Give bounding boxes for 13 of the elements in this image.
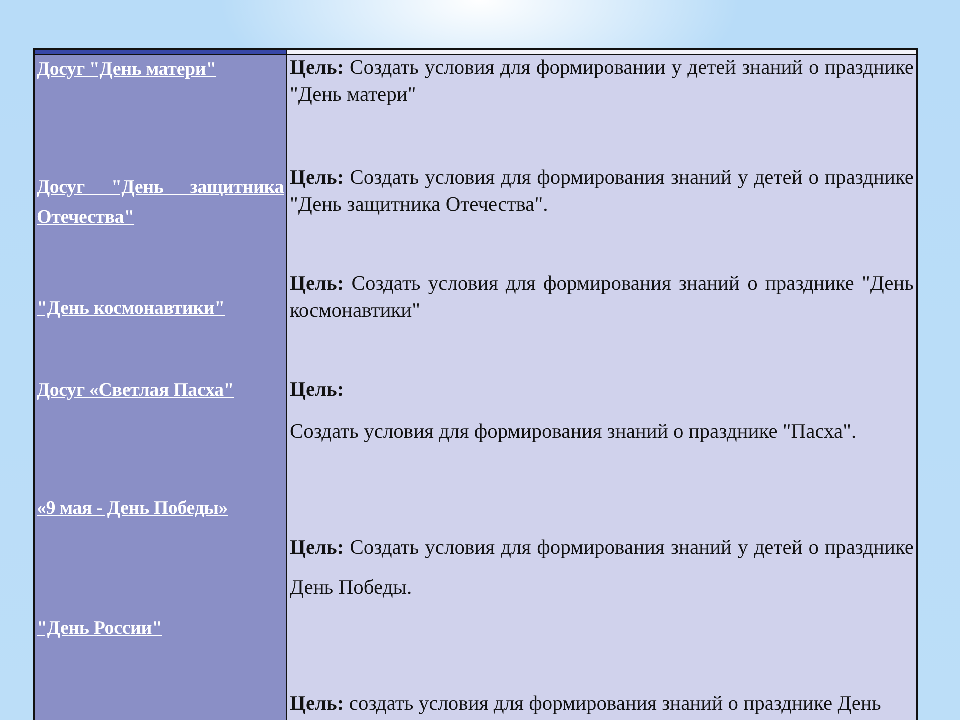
event-title: Досуг "День защитника Отечества" (37, 176, 284, 230)
event-title: «9 мая - День Победы» (37, 497, 230, 521)
goal-text: Создать условия для формирования знаний о празднике "Пасха". (290, 420, 858, 445)
goal-text: Цель: создать условия для формирования знаний о празднике День (290, 692, 882, 717)
goal-text: Цель: Создать условия для формирования знаний у детей о празднике День Победы. (290, 536, 914, 601)
goal-text: Цель: Создать условия для формирования знаний у детей о празднике "День защитника Отечества". (290, 166, 914, 218)
goal-label: Цель: (290, 378, 346, 403)
event-title: "День космонавтики" (37, 297, 226, 321)
event-title: "День России" (37, 617, 164, 641)
goal-text: Цель: Создать условия для формирования знаний о празднике "День космонавтики" (290, 272, 914, 324)
event-title: Досуг «Светлая Пасха" (37, 379, 236, 403)
event-title: Досуг "День матери" (37, 58, 218, 82)
goal-text: Цель: Создать условия для формировании у детей знаний о празднике "День матери" (290, 56, 914, 108)
